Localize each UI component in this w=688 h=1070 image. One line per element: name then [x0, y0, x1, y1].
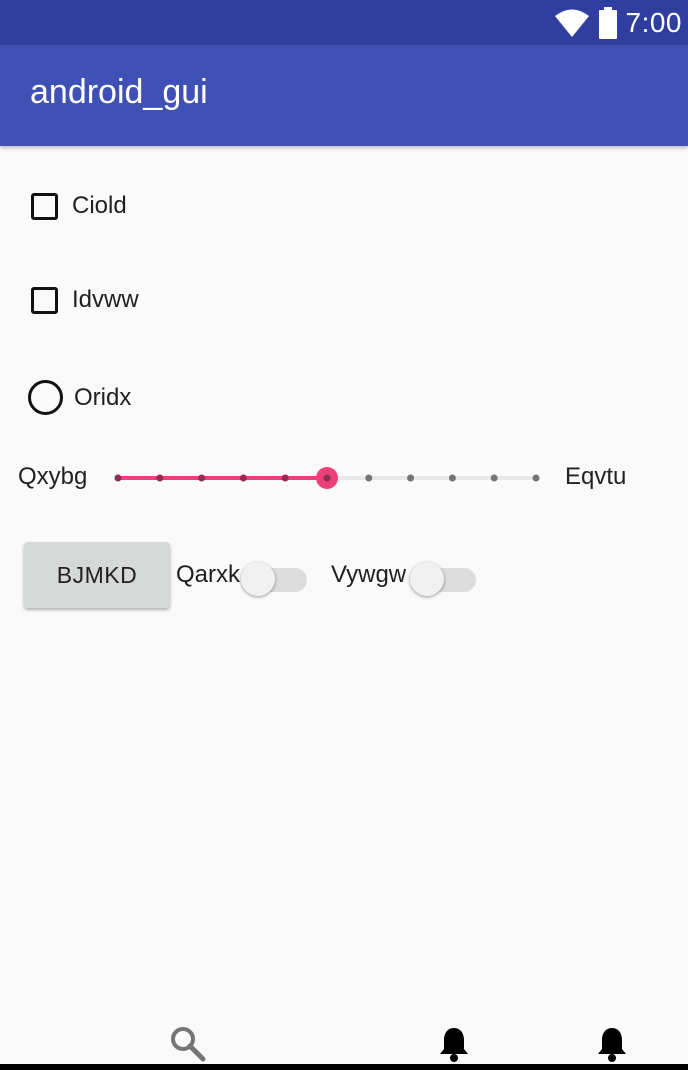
seekbar-tick [490, 474, 498, 482]
seekbar-tick [532, 474, 540, 482]
status-time: 7:00 [625, 6, 682, 38]
radio-oridx[interactable]: Oridx [28, 380, 132, 415]
status-icons: 7:00 [554, 0, 683, 45]
seekbar-right-label: Eqvtu [565, 463, 627, 490]
checkbox-ciold[interactable]: Ciold [30, 192, 127, 220]
checkbox-box[interactable] [31, 192, 58, 220]
seekbar-tick [156, 474, 164, 482]
wifi-icon [554, 9, 589, 37]
seekbar-left-label: Qxybg [18, 463, 88, 490]
radio-label: Oridx [74, 383, 132, 411]
battery-icon [598, 6, 617, 39]
switch-qarxk[interactable] [241, 555, 307, 596]
app-title: android_gui [30, 73, 208, 111]
seekbar-tick [114, 474, 122, 482]
search-icon[interactable] [169, 1025, 207, 1063]
checkbox-box[interactable] [31, 286, 58, 314]
seekbar-tick [448, 474, 456, 482]
switch-vywgw[interactable] [410, 555, 476, 596]
checkbox-label: Ciold [72, 192, 127, 219]
bell-icon[interactable] [596, 1025, 628, 1063]
bjmkd-button[interactable]: BJMKD [24, 542, 170, 608]
radio-button[interactable] [28, 380, 63, 415]
checkbox-idvww[interactable]: Idvww [30, 286, 139, 314]
switch-thumb[interactable] [241, 562, 275, 596]
switch-thumb[interactable] [410, 562, 444, 596]
switch-label-vywgw: Vywgw [331, 561, 407, 588]
seekbar-tick [365, 474, 373, 482]
seekbar-tick [407, 474, 415, 482]
seekbar[interactable] [108, 458, 546, 498]
seekbar-tick [281, 474, 289, 482]
bell-icon[interactable] [438, 1025, 470, 1063]
seekbar-tick [239, 474, 247, 482]
checkbox-label: Idvww [72, 286, 139, 313]
status-bar: 7:00 [0, 0, 688, 45]
bottom-edge [0, 1064, 688, 1070]
seekbar-tick [198, 474, 206, 482]
seekbar-thumb-dot [323, 474, 331, 482]
app-bar: android_gui [0, 45, 688, 146]
switch-label-qarxk: Qarxk [176, 561, 241, 588]
